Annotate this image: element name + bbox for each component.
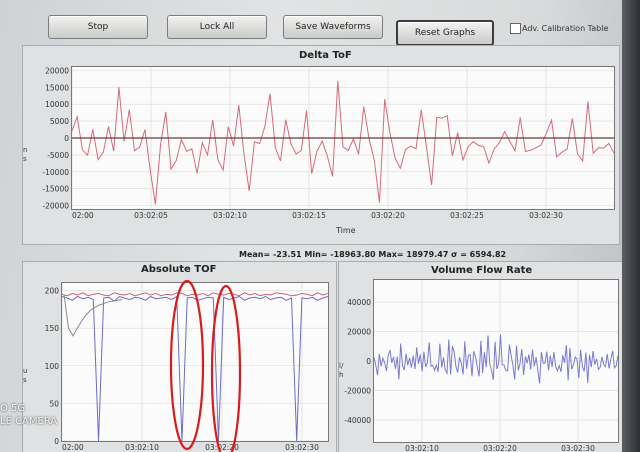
adv-calibration-checkbox[interactable] xyxy=(510,23,521,34)
delta-tof-plot-area xyxy=(71,66,615,210)
delta-tof-ytick-label: 20000 xyxy=(45,66,69,75)
lock-all-button-label: Lock All xyxy=(199,22,235,32)
delta-tof-ytick-label: 0 xyxy=(64,134,69,143)
absolute-tof-ytick-label: 100 xyxy=(45,362,60,371)
volume-flow-ytick-label: 0 xyxy=(366,357,371,366)
absolute-tof-ylabel: us xyxy=(23,367,28,384)
adv-calibration-label: Adv. Calibration Table xyxy=(522,24,609,33)
volume-flow-ytick-label: 40000 xyxy=(347,298,371,307)
delta-tof-chart xyxy=(71,67,615,209)
delta-tof-xtick-label: 03:02:20 xyxy=(371,211,405,220)
absolute-tof-title: Absolute TOF xyxy=(141,264,217,275)
delta-tof-stats: Mean= -23.51 Min= -18963.80 Max= 18979.4… xyxy=(239,250,507,259)
delta-tof-ytick-label: -20000 xyxy=(42,202,69,211)
absolute-tof-series-line-1 xyxy=(61,295,329,442)
delta-tof-panel: Delta ToF 20000 15000 10000 5000 0 -5000 -1000… xyxy=(22,45,620,245)
delta-tof-xtick-label: 03:02:30 xyxy=(529,211,563,220)
delta-tof-xtick-label: 03:02:10 xyxy=(213,211,247,220)
delta-tof-series-line-1 xyxy=(71,80,615,205)
delta-tof-xtick-label: 02:00 xyxy=(72,211,94,220)
volume-flow-xtick-label: 03:02:30 xyxy=(561,444,595,452)
absolute-tof-chart xyxy=(61,283,329,442)
stop-button[interactable]: Stop xyxy=(48,15,148,39)
delta-tof-ylabel: ns xyxy=(23,146,28,163)
delta-tof-title: Delta ToF xyxy=(299,50,352,61)
save-waveforms-button-label: Save Waveforms xyxy=(295,22,371,32)
volume-flow-ytick-label: -40000 xyxy=(344,416,371,425)
delta-tof-ytick-label: -15000 xyxy=(42,185,69,194)
delta-tof-xtick-label: 03:02:15 xyxy=(292,211,326,220)
delta-tof-ytick-label: -5000 xyxy=(47,151,69,160)
delta-tof-xtick-label: 03:02:05 xyxy=(134,211,168,220)
volume-flow-xtick-label: 03:02:10 xyxy=(405,444,439,452)
absolute-tof-plot-area xyxy=(61,282,329,442)
delta-tof-xtick-label: 03:02:25 xyxy=(450,211,484,220)
absolute-tof-xtick-label: 03:02:30 xyxy=(285,443,319,452)
camera-watermark: O 5G LE CAMERA xyxy=(0,402,57,428)
absolute-tof-ytick-label: 200 xyxy=(45,287,60,296)
volume-flow-chart xyxy=(373,280,619,442)
absolute-tof-xtick-label: 03:02:20 xyxy=(205,443,239,452)
delta-tof-xlabel: Time xyxy=(336,226,356,235)
absolute-tof-xtick-label: 03:02:10 xyxy=(125,443,159,452)
volume-flow-ylabel: l/h xyxy=(339,362,344,379)
volume-flow-panel: Volume Flow Rate 40000 20000 0 -20000 -40000… xyxy=(338,261,624,452)
app-screen: Stop Lock All Save Waveforms Reset Graph… xyxy=(0,0,640,452)
absolute-tof-ytick-label: 0 xyxy=(54,437,59,446)
monitor-bezel xyxy=(622,0,640,452)
delta-tof-ytick-label: -10000 xyxy=(42,168,69,177)
delta-tof-ytick-label: 10000 xyxy=(45,100,69,109)
stop-button-label: Stop xyxy=(87,22,109,32)
volume-flow-series-line-1 xyxy=(373,334,619,384)
delta-tof-ytick-label: 15000 xyxy=(45,83,69,92)
watermark-line-1: O 5G xyxy=(0,403,26,414)
watermark-line-2: LE CAMERA xyxy=(0,416,58,427)
reset-graphs-button-label: Reset Graphs xyxy=(414,28,476,38)
save-waveforms-button[interactable]: Save Waveforms xyxy=(283,15,383,39)
absolute-tof-ytick-label: 150 xyxy=(45,324,60,333)
volume-flow-title: Volume Flow Rate xyxy=(431,265,533,276)
volume-flow-plot-area xyxy=(373,279,619,443)
delta-tof-ytick-label: 5000 xyxy=(50,117,69,126)
absolute-tof-panel: Absolute TOF 200 150 100 50 0 02:00 03:02:10 03… xyxy=(22,261,337,452)
reset-graphs-button[interactable]: Reset Graphs xyxy=(396,20,494,46)
volume-flow-xtick-label: 03:02:20 xyxy=(483,444,517,452)
absolute-tof-xtick-label: 02:00 xyxy=(62,443,84,452)
volume-flow-ytick-label: -20000 xyxy=(344,386,371,395)
absolute-tof-series-line-2 xyxy=(61,292,329,297)
lock-all-button[interactable]: Lock All xyxy=(167,15,267,39)
volume-flow-ytick-label: 20000 xyxy=(347,328,371,337)
